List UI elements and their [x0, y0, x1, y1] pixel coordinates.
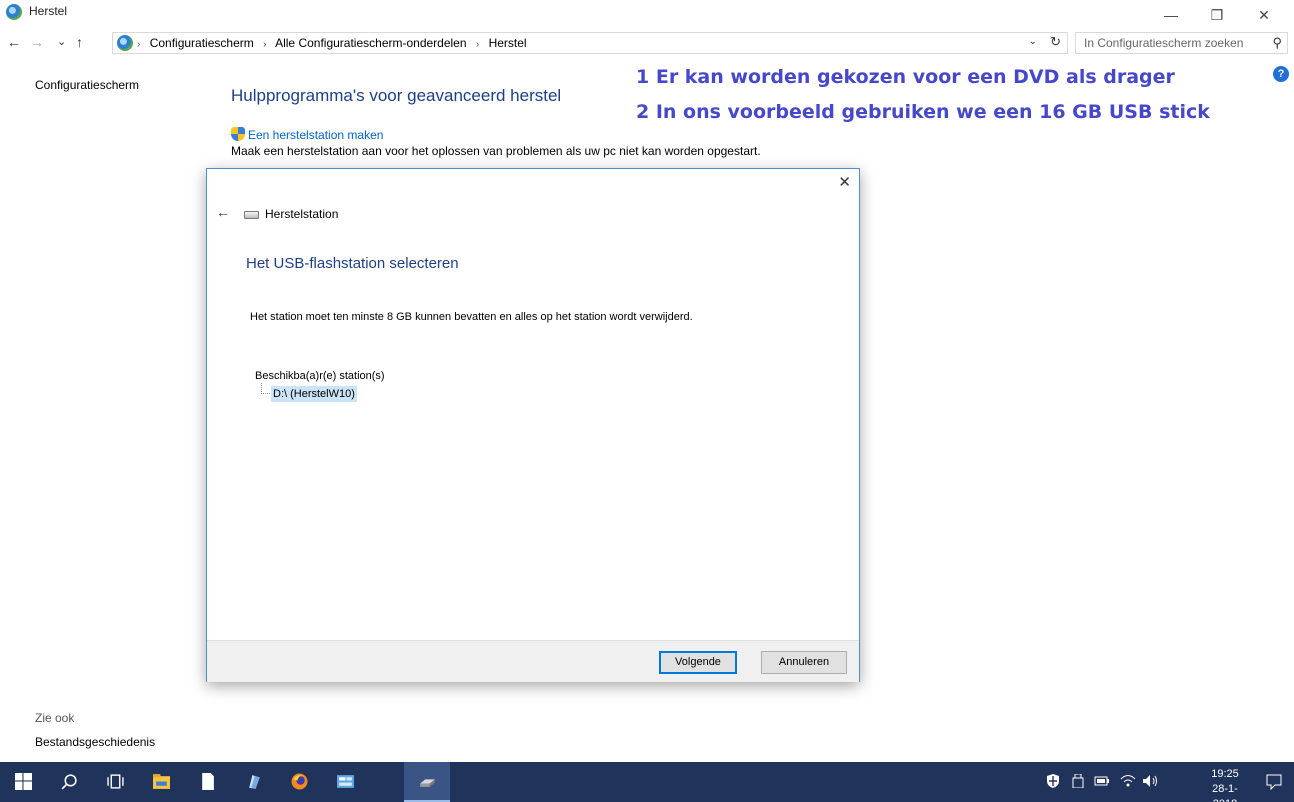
dialog-title: Herstelstation [265, 207, 339, 221]
clock-date: 28-1-2018 [1212, 783, 1238, 802]
drive-list-item[interactable]: D:\ (HerstelW10) [271, 386, 357, 402]
restore-button[interactable]: ❐ [1194, 0, 1240, 30]
battery-icon[interactable] [1094, 774, 1110, 788]
start-button[interactable] [0, 762, 46, 802]
control-panel-icon [6, 4, 22, 20]
breadcrumb-item[interactable]: Herstel [489, 36, 527, 50]
usb-device-icon[interactable] [1072, 774, 1084, 788]
recovery-drive-dialog: ✕ ← Herstelstation Het USB-flashstation … [206, 168, 860, 682]
tree-connector [261, 383, 270, 394]
refresh-icon[interactable]: ↻ [1050, 34, 1061, 50]
file-explorer-icon [153, 774, 170, 789]
taskbar: 19:25 28-1-2018 [0, 762, 1294, 802]
search-icon [61, 774, 77, 790]
search-box[interactable]: ⚲ [1075, 32, 1288, 54]
help-icon[interactable]: ? [1273, 66, 1289, 82]
dialog-back-button[interactable]: ← [216, 204, 230, 220]
file-explorer-button[interactable] [138, 762, 184, 802]
recent-locations-button[interactable]: ⌄ [57, 33, 66, 51]
address-bar[interactable]: › Configuratiescherm › Alle Configuratie… [112, 32, 1068, 54]
control-panel-icon [337, 775, 354, 788]
address-row: ← → ⌄ ↑ › Configuratiescherm › Alle Conf… [0, 30, 1294, 56]
recovery-drive-icon [420, 779, 435, 787]
recovery-drive-button[interactable] [404, 762, 450, 802]
taskbar-search-button[interactable] [46, 762, 92, 802]
breadcrumb-item[interactable]: Configuratiescherm [150, 36, 254, 50]
dialog-instruction: Het station moet ten minste 8 GB kunnen … [250, 311, 693, 323]
volume-icon[interactable] [1142, 774, 1160, 788]
up-button[interactable]: ↑ [76, 33, 83, 51]
dialog-heading: Het USB-flashstation selecteren [246, 255, 459, 272]
control-panel-icon [117, 35, 133, 51]
breadcrumb-item[interactable]: Alle Configuratiescherm-onderdelen [275, 36, 466, 50]
security-shield-icon[interactable] [1046, 774, 1060, 788]
available-drives-label: Beschikba(a)r(e) station(s) [255, 370, 385, 382]
create-recovery-drive-label: Een herstelstation maken [248, 128, 384, 142]
see-also-heading: Zie ook [35, 711, 75, 725]
task-view-icon [107, 774, 124, 789]
breadcrumb-separator: › [137, 39, 141, 50]
firefox-button[interactable] [276, 762, 322, 802]
create-recovery-drive-link[interactable]: Een herstelstation maken [231, 127, 383, 142]
notepad-button[interactable] [184, 762, 230, 802]
clock-time: 19:25 [1211, 768, 1239, 780]
control-panel-button[interactable] [322, 762, 368, 802]
search-icon[interactable]: ⚲ [1272, 35, 1282, 51]
sidebar-home-link[interactable]: Configuratiescherm [35, 78, 139, 92]
page-title: Hulpprogramma's voor geavanceerd herstel [231, 86, 562, 105]
close-button[interactable]: ✕ [1241, 0, 1287, 30]
back-button[interactable]: ← [7, 33, 21, 51]
file-history-link[interactable]: Bestandsgeschiedenis [35, 735, 155, 749]
breadcrumb-separator: › [475, 39, 480, 50]
clock[interactable]: 19:25 28-1-2018 [1203, 767, 1247, 802]
annotation-text: 1 Er kan worden gekozen voor een DVD als… [636, 66, 1175, 88]
address-dropdown-icon[interactable]: ⌄ [1029, 36, 1037, 47]
dialog-footer: Volgende Annuleren [207, 640, 859, 682]
cancel-button[interactable]: Annuleren [761, 651, 847, 674]
notepad-icon [202, 773, 214, 790]
breadcrumb: › Configuratiescherm › Alle Configuratie… [137, 36, 533, 50]
title-bar: Herstel — ❐ ✕ [0, 0, 1294, 30]
drive-icon [244, 211, 259, 219]
app-button[interactable] [230, 762, 276, 802]
start-icon [15, 773, 32, 790]
uac-shield-icon [231, 127, 245, 141]
firefox-icon [291, 773, 308, 790]
recovery-description: Maak een herstelstation aan voor het opl… [231, 144, 761, 158]
dialog-close-button[interactable]: ✕ [838, 173, 851, 191]
notifications-icon[interactable] [1266, 774, 1282, 790]
next-button[interactable]: Volgende [659, 651, 737, 674]
annotation-text: 2 In ons voorbeeld gebruiken we een 16 G… [636, 101, 1210, 123]
breadcrumb-separator: › [263, 39, 267, 50]
wifi-icon[interactable] [1120, 774, 1136, 788]
minimize-button[interactable]: — [1148, 0, 1194, 30]
window-title: Herstel [29, 4, 68, 18]
task-view-button[interactable] [92, 762, 138, 802]
app-icon [249, 775, 260, 789]
search-input[interactable] [1076, 33, 1256, 53]
forward-button[interactable]: → [30, 33, 44, 51]
